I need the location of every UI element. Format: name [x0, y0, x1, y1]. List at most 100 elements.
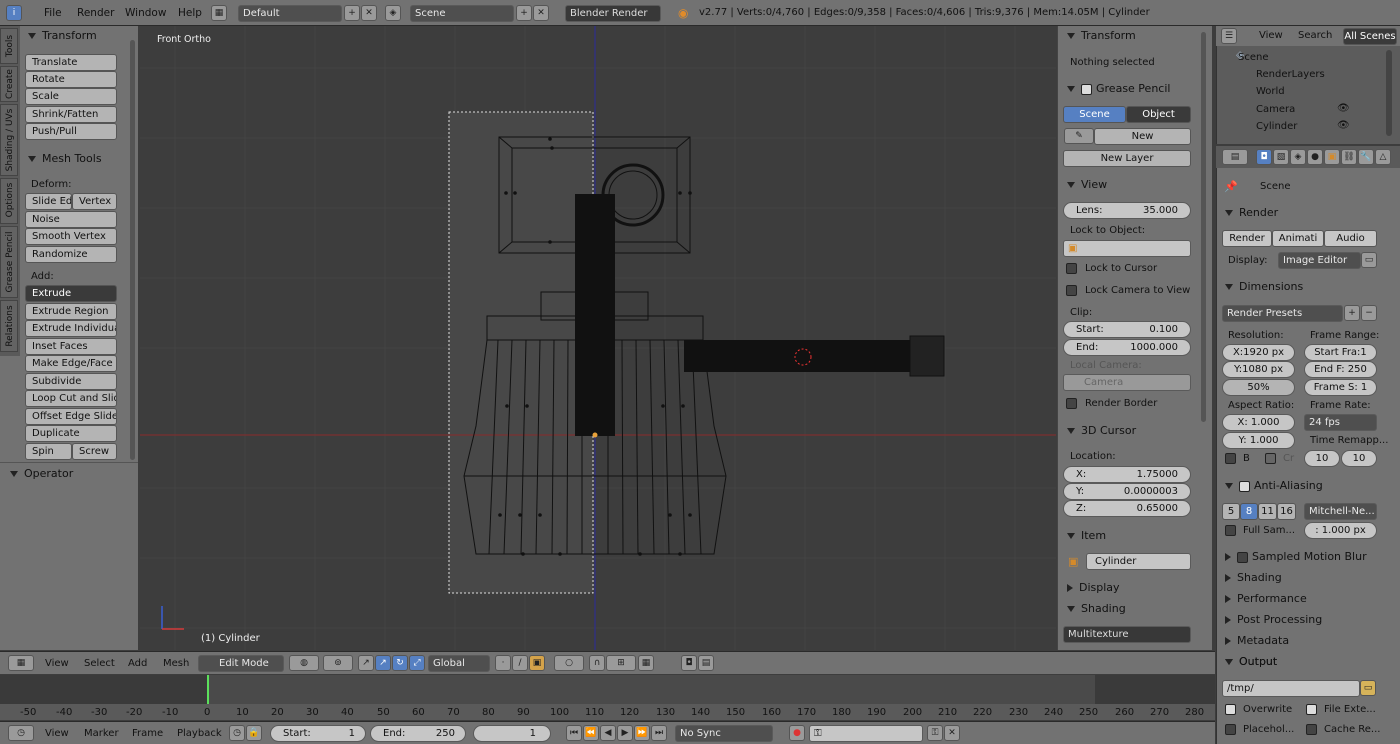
scene-icon[interactable]: ◈ — [385, 5, 401, 21]
shading-panel-header[interactable]: Shading — [1225, 571, 1282, 584]
cache-result-checkbox[interactable] — [1306, 724, 1317, 735]
face-select-icon[interactable]: ▣ — [529, 655, 545, 671]
display-header[interactable]: Display — [1067, 581, 1120, 594]
mesh-tools-panel-header[interactable]: Mesh Tools — [28, 152, 102, 165]
dimensions-panel-header[interactable]: Dimensions — [1225, 280, 1303, 293]
full-sample-checkbox[interactable] — [1225, 525, 1236, 536]
render-anim-icon[interactable]: ▤ — [698, 655, 714, 671]
play-reverse-icon[interactable]: ◀ — [600, 725, 616, 741]
render-image-button[interactable]: Render — [1222, 230, 1272, 247]
edge-select-icon[interactable]: / — [512, 655, 528, 671]
all-scenes-select[interactable]: All Scenes — [1343, 28, 1397, 45]
metadata-panel-header[interactable]: Metadata — [1225, 634, 1289, 647]
menu-file[interactable]: File — [44, 7, 62, 19]
spin-button[interactable]: Spin — [25, 443, 72, 460]
render-presets-select[interactable]: Render Presets — [1222, 305, 1343, 322]
randomize-button[interactable]: Randomize — [25, 246, 117, 263]
delete-keyframe-icon[interactable]: ✕ — [944, 725, 960, 741]
shading-mode-select[interactable]: Multitexture — [1063, 626, 1191, 643]
render-engine-select[interactable]: Blender Render — [565, 5, 661, 22]
resolution-y-field[interactable]: Y:1080 px — [1222, 361, 1295, 378]
file-extensions-checkbox[interactable] — [1306, 704, 1317, 715]
n-transform-header[interactable]: Transform — [1067, 29, 1136, 42]
slide-vertex-button[interactable]: Vertex — [72, 193, 117, 210]
cursor-z-field[interactable]: Z: 0.65000 — [1063, 500, 1191, 517]
view3d-editor-icon[interactable]: ▦ — [8, 655, 34, 671]
frame-start-field[interactable]: Start Fra:1 — [1304, 344, 1377, 361]
timeline-ruler[interactable] — [0, 704, 1215, 720]
lock-range-icon[interactable]: 🔒 — [246, 725, 262, 741]
world-tab-icon[interactable]: ● — [1307, 149, 1323, 165]
timeline-end-field[interactable]: End: 250 — [370, 725, 466, 742]
time-remap-old-field[interactable]: 10 — [1304, 450, 1340, 467]
lock-to-cursor-checkbox[interactable] — [1066, 263, 1077, 274]
frame-step-field[interactable]: Frame S: 1 — [1304, 379, 1377, 396]
remove-preset-icon[interactable]: − — [1361, 305, 1377, 321]
outliner-editor-icon[interactable]: ☰ — [1221, 28, 1237, 44]
viewport-shading-icon[interactable]: ◍ — [289, 655, 319, 671]
view3d-mesh-menu[interactable]: Mesh — [163, 658, 189, 669]
gp-new-button[interactable]: New — [1094, 128, 1191, 145]
shading-header[interactable]: Shading — [1067, 602, 1126, 615]
jump-keyframe-back-icon[interactable]: ⏪ — [583, 725, 599, 741]
menu-window[interactable]: Window — [125, 7, 166, 19]
delete-scene-icon[interactable]: ✕ — [533, 5, 549, 21]
anti-aliasing-checkbox[interactable] — [1239, 480, 1250, 492]
vertex-select-icon[interactable]: · — [495, 655, 511, 671]
folder-icon[interactable]: ▭ — [1360, 680, 1376, 696]
loop-cut-slide-button[interactable]: Loop Cut and Slide — [25, 390, 117, 407]
current-frame-field[interactable]: 1 — [473, 725, 551, 742]
data-tab-icon[interactable]: △ — [1375, 149, 1391, 165]
post-processing-panel-header[interactable]: Post Processing — [1225, 613, 1322, 626]
noise-button[interactable]: Noise — [25, 211, 117, 228]
timeline-editor-icon[interactable]: ◷ — [8, 725, 34, 741]
clip-end-field[interactable]: End: 1000.000 — [1063, 339, 1191, 356]
delete-layout-icon[interactable]: ✕ — [361, 5, 377, 21]
viewport-3d[interactable]: Front Ortho (1) Cylinder — [140, 26, 1056, 650]
rotate-button[interactable]: Rotate — [25, 71, 117, 88]
item-name-field[interactable]: Cylinder — [1086, 553, 1191, 570]
n-view-header[interactable]: View — [1067, 178, 1107, 191]
jump-end-icon[interactable]: ⏭ — [651, 725, 667, 741]
subdivide-button[interactable]: Subdivide — [25, 373, 117, 390]
lock-interface-icon[interactable]: ▭ — [1361, 252, 1377, 268]
clip-start-field[interactable]: Start: 0.100 — [1063, 321, 1191, 338]
view3d-select-menu[interactable]: Select — [84, 658, 115, 669]
constraints-tab-icon[interactable]: ⛓ — [1341, 149, 1357, 165]
aspect-y-field[interactable]: Y: 1.000 — [1222, 432, 1295, 449]
properties-editor-icon[interactable]: ▤ — [1222, 149, 1248, 165]
grease-pencil-header[interactable]: Grease Pencil — [1067, 82, 1170, 95]
gp-scene-button[interactable]: Scene — [1063, 106, 1126, 123]
camera-visibility-eye-icon[interactable]: 👁 — [1337, 103, 1350, 114]
gp-pencil-icon[interactable]: ✎ — [1064, 128, 1094, 144]
outliner-view-menu[interactable]: View — [1259, 30, 1283, 41]
mode-select[interactable]: Edit Mode — [198, 655, 284, 672]
render-still-icon[interactable]: ◘ — [681, 655, 697, 671]
cylinder-visibility-eye-icon[interactable]: 👁 — [1337, 120, 1350, 131]
placeholders-checkbox[interactable] — [1225, 724, 1236, 735]
push-pull-button[interactable]: Push/Pull — [25, 123, 117, 140]
aspect-x-field[interactable]: X: 1.000 — [1222, 414, 1295, 431]
play-icon[interactable]: ▶ — [617, 725, 633, 741]
manipulator-toggle-icon[interactable]: ↗ — [358, 655, 374, 671]
translate-manipulator-icon[interactable]: ↗ — [375, 655, 391, 671]
add-scene-icon[interactable]: + — [516, 5, 532, 21]
shrink-fatten-button[interactable]: Shrink/Fatten — [25, 106, 117, 123]
aa-samples-8[interactable]: 8 — [1240, 503, 1258, 520]
outliner-search-menu[interactable]: Search — [1298, 30, 1332, 41]
transform-orientation-select[interactable]: Global — [428, 655, 490, 672]
timeline-start-field[interactable]: Start: 1 — [270, 725, 366, 742]
timeline-playback-menu[interactable]: Playback — [177, 728, 222, 739]
render-tab-icon[interactable]: ◘ — [1256, 149, 1272, 165]
frame-rate-select[interactable]: 24 fps — [1304, 414, 1377, 431]
cursor-3d-header[interactable]: 3D Cursor — [1067, 424, 1136, 437]
object-tab-icon[interactable]: ▣ — [1324, 149, 1340, 165]
new-layer-button[interactable]: New Layer — [1063, 150, 1191, 167]
record-icon[interactable]: ● — [789, 725, 805, 741]
overwrite-checkbox[interactable] — [1225, 704, 1236, 715]
filter-size-field[interactable]: : 1.000 px — [1304, 522, 1377, 539]
translate-button[interactable]: Translate — [25, 54, 117, 71]
tab-create[interactable]: Create — [0, 66, 18, 102]
anti-aliasing-header[interactable]: Anti-Aliasing — [1225, 479, 1323, 492]
tab-relations[interactable]: Relations — [0, 300, 18, 352]
